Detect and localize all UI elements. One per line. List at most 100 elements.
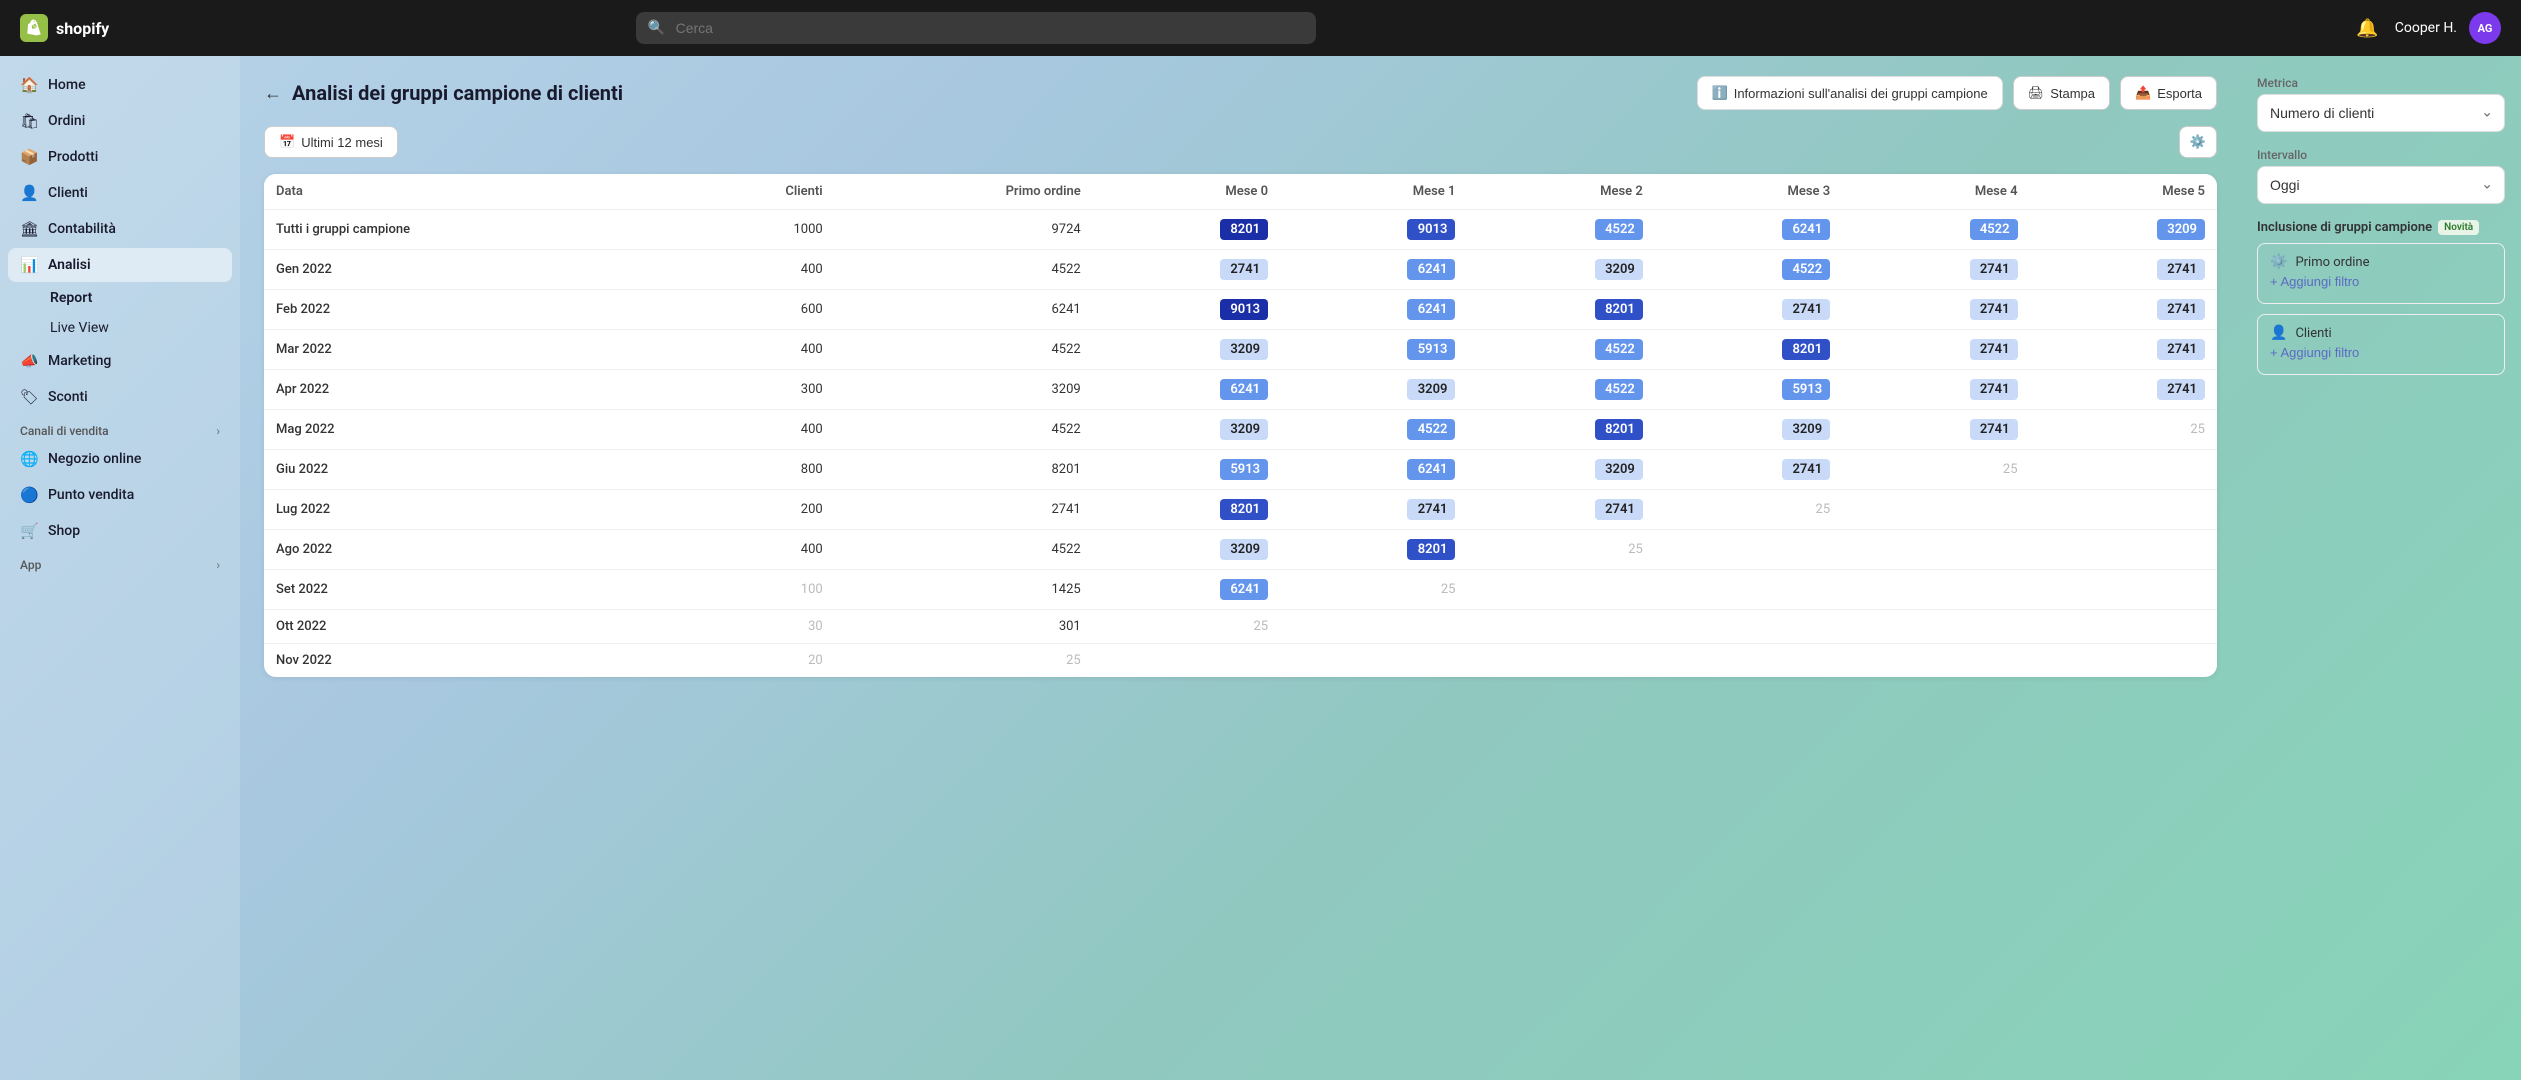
sidebar-item-punto-vendita[interactable]: 🔵 Punto vendita bbox=[8, 478, 232, 512]
add-primo-ordine-filter-button[interactable]: + Aggiungi filtro bbox=[2270, 270, 2359, 293]
info-button[interactable]: ℹ️ Informazioni sull'analisi dei gruppi … bbox=[1697, 76, 2003, 110]
sidebar-item-report[interactable]: Report bbox=[8, 284, 232, 312]
settings-icon: ⚙️ bbox=[2190, 134, 2206, 150]
table-row: Giu 20228008201 5913 6241 3209 2741 25 bbox=[264, 450, 2217, 490]
period-filter-button[interactable]: 📅 Ultimi 12 mesi bbox=[264, 126, 398, 158]
cell-mese: 5913 bbox=[1280, 330, 1467, 370]
cell-mese: 9013 bbox=[1280, 210, 1467, 250]
cell-primo-ordine: 2741 bbox=[835, 490, 1093, 530]
cell-mese: 8201 bbox=[1093, 490, 1280, 530]
app-expand-icon[interactable]: › bbox=[216, 558, 220, 572]
avatar: AG bbox=[2469, 12, 2501, 44]
cell-data: Mag 2022 bbox=[264, 410, 675, 450]
esporta-button-label: Esporta bbox=[2157, 86, 2202, 101]
cell-clienti: 30 bbox=[675, 610, 834, 644]
sidebar-item-liveview-label: Live View bbox=[50, 320, 109, 336]
cell-mese: 2741 bbox=[1280, 490, 1467, 530]
cell-mese: 2741 bbox=[1842, 370, 2029, 410]
col-primo-ordine: Primo ordine bbox=[835, 174, 1093, 210]
analytics-icon: 📊 bbox=[20, 256, 38, 274]
cell-mese: 2741 bbox=[1842, 290, 2029, 330]
metrica-select[interactable]: Numero di clienti Percentuale ritenzione… bbox=[2257, 94, 2505, 132]
col-data: Data bbox=[264, 174, 675, 210]
sidebar-item-analisi[interactable]: 📊 Analisi bbox=[8, 248, 232, 282]
cell-clienti: 400 bbox=[675, 410, 834, 450]
cell-mese bbox=[1842, 530, 2029, 570]
cell-mese bbox=[1842, 490, 2029, 530]
sidebar-item-marketing-label: Marketing bbox=[48, 353, 111, 369]
clienti-filter-label: Clienti bbox=[2295, 326, 2331, 341]
sidebar-item-shop[interactable]: 🛒 Shop bbox=[8, 514, 232, 548]
sidebar-item-home[interactable]: 🏠 Home bbox=[8, 68, 232, 102]
notification-bell-button[interactable]: 🔔 bbox=[2352, 14, 2382, 43]
cell-mese: 25 bbox=[1842, 450, 2029, 490]
back-button[interactable]: ← bbox=[264, 83, 282, 104]
stampa-button-label: Stampa bbox=[2050, 86, 2095, 101]
novita-badge: Novità bbox=[2438, 220, 2479, 235]
cell-data: Mar 2022 bbox=[264, 330, 675, 370]
cell-primo-ordine: 8201 bbox=[835, 450, 1093, 490]
cell-mese: 2741 bbox=[1467, 490, 1654, 530]
cell-clienti: 800 bbox=[675, 450, 834, 490]
search-bar-container: 🔍 bbox=[636, 12, 1316, 44]
cell-mese bbox=[1467, 644, 1654, 678]
metrica-section: Metrica Numero di clienti Percentuale ri… bbox=[2257, 76, 2505, 132]
search-input[interactable] bbox=[636, 12, 1316, 44]
sidebar-item-marketing[interactable]: 📣 Marketing bbox=[8, 344, 232, 378]
cell-mese: 5913 bbox=[1655, 370, 1842, 410]
cell-mese bbox=[1842, 644, 2029, 678]
table-row: Tutti i gruppi campione10009724 8201 901… bbox=[264, 210, 2217, 250]
cell-primo-ordine: 3209 bbox=[835, 370, 1093, 410]
sidebar-item-sconti[interactable]: 🏷 Sconti bbox=[8, 380, 232, 414]
cell-mese: 2741 bbox=[1842, 250, 2029, 290]
table-body: Tutti i gruppi campione10009724 8201 901… bbox=[264, 210, 2217, 678]
intervallo-select[interactable]: Oggi Settimana Mese bbox=[2257, 166, 2505, 204]
cell-mese: 6241 bbox=[1655, 210, 1842, 250]
settings-filter-button[interactable]: ⚙️ bbox=[2179, 126, 2217, 158]
cell-mese bbox=[1655, 644, 1842, 678]
primo-ordine-label: Primo ordine bbox=[2295, 255, 2369, 270]
inclusione-title: Inclusione di gruppi campione Novità bbox=[2257, 220, 2479, 235]
cell-mese: 8201 bbox=[1467, 290, 1654, 330]
sidebar-item-clienti[interactable]: 👤 Clienti bbox=[8, 176, 232, 210]
cell-data: Nov 2022 bbox=[264, 644, 675, 678]
cell-mese: 2741 bbox=[2030, 250, 2217, 290]
cell-mese: 3209 bbox=[1467, 450, 1654, 490]
app-section-label: App › bbox=[8, 550, 232, 576]
cell-data: Gen 2022 bbox=[264, 250, 675, 290]
col-mese5: Mese 5 bbox=[2030, 174, 2217, 210]
primo-ordine-header: ⚙️ Primo ordine bbox=[2270, 254, 2492, 270]
intervallo-section: Intervallo Oggi Settimana Mese bbox=[2257, 148, 2505, 204]
cell-mese: 6241 bbox=[1280, 450, 1467, 490]
sidebar-item-contabilita[interactable]: 🏛 Contabilità bbox=[8, 212, 232, 246]
stampa-button[interactable]: 🖨 Stampa bbox=[2013, 76, 2110, 110]
cell-mese: 3209 bbox=[2030, 210, 2217, 250]
cell-mese: 8201 bbox=[1467, 410, 1654, 450]
sidebar-item-negozio-online[interactable]: 🌐 Negozio online bbox=[8, 442, 232, 476]
right-panel: Metrica Numero di clienti Percentuale ri… bbox=[2241, 56, 2521, 1080]
inclusione-label: Inclusione di gruppi campione bbox=[2257, 220, 2432, 235]
cell-data: Lug 2022 bbox=[264, 490, 675, 530]
add-clienti-filter-button[interactable]: + Aggiungi filtro bbox=[2270, 341, 2359, 364]
cell-mese: 4522 bbox=[1467, 330, 1654, 370]
cell-clienti: 400 bbox=[675, 330, 834, 370]
cell-clienti: 200 bbox=[675, 490, 834, 530]
cell-mese: 2741 bbox=[1655, 290, 1842, 330]
table-row: Mag 20224004522 3209 4522 8201 3209 2741… bbox=[264, 410, 2217, 450]
cell-mese: 2741 bbox=[1842, 330, 2029, 370]
sidebar-item-ordini[interactable]: 🛍 Ordini bbox=[8, 104, 232, 138]
sidebar-item-analisi-label: Analisi bbox=[48, 257, 91, 273]
table-row: Nov 20222025 bbox=[264, 644, 2217, 678]
cell-clienti: 600 bbox=[675, 290, 834, 330]
marketing-icon: 📣 bbox=[20, 352, 38, 370]
sidebar-item-prodotti[interactable]: 📦 Prodotti bbox=[8, 140, 232, 174]
esporta-button[interactable]: 📤 Esporta bbox=[2120, 76, 2217, 110]
cell-mese: 25 bbox=[1467, 530, 1654, 570]
shop-icon: 🛒 bbox=[20, 522, 38, 540]
cell-mese: 2741 bbox=[1842, 410, 2029, 450]
table-row: Mar 20224004522 3209 5913 4522 8201 2741… bbox=[264, 330, 2217, 370]
canali-expand-icon[interactable]: › bbox=[216, 424, 220, 438]
page-title: Analisi dei gruppi campione di clienti bbox=[292, 81, 623, 105]
sidebar-item-liveview[interactable]: Live View bbox=[8, 314, 232, 342]
cell-mese: 9013 bbox=[1093, 290, 1280, 330]
